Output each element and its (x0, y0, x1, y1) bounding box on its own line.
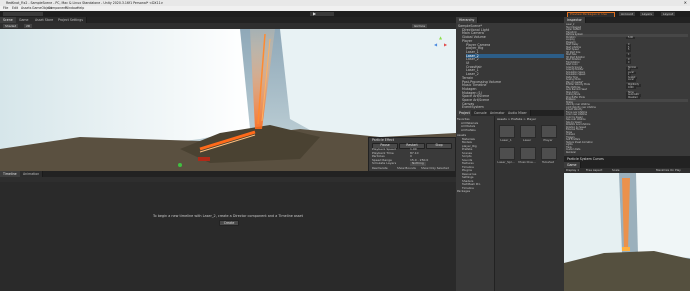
inspector-panel: Laser_2 Tag Untagged Layer Default Transfor… (564, 23, 690, 156)
project-breadcrumb: Assets > Prefabs > Player (497, 117, 537, 121)
show-only-selected-checkbox[interactable]: Show Only Selected (421, 166, 449, 170)
hierarchy-panel: SampleScene* Directional Light Main Camera… (456, 23, 564, 110)
layers-dropdown[interactable]: Layers (640, 12, 654, 16)
asset-tile[interactable] (520, 125, 536, 138)
simulate-layers-row: Simulate Layers Nothing (372, 161, 452, 166)
layout-dropdown[interactable]: Layout (661, 12, 676, 16)
scene-viewport[interactable]: ▲ ▶ ◀ Particle Effect Pause Restart Stop… (0, 29, 456, 171)
create-button[interactable]: Create (219, 220, 239, 226)
shading-dropdown[interactable]: Shaded (3, 24, 19, 28)
game-viewport[interactable] (564, 173, 690, 291)
simulate-layers-label: Simulate Layers (372, 161, 397, 165)
account-dropdown[interactable]: Account (619, 12, 636, 16)
preview-packages-label: Preview Packages in Use (570, 12, 607, 16)
scene-orientation-gizmo[interactable]: ▲ ▶ ◀ (433, 35, 449, 51)
gizmo-x-icon: ▶ (444, 42, 448, 47)
inspector-row-label: Renderer (566, 150, 576, 154)
show-bounds-checkbox[interactable]: Show Bounds (397, 166, 416, 170)
project-panel: Favorites All Materials All Models All Pref… (456, 116, 564, 291)
timeline-empty-message: To begin a new timeline with Laser_2, cr… (153, 214, 303, 218)
game-render (564, 173, 690, 291)
asset-tile[interactable] (499, 147, 515, 160)
asset-tile-label: Laser (522, 138, 532, 142)
favorites-item[interactable]: All Prefabs (461, 128, 476, 132)
asset-tile-label: Player (543, 138, 553, 142)
inspector-row[interactable]: Renderer (566, 150, 688, 155)
asset-tile[interactable] (499, 125, 515, 138)
asset-tile[interactable] (520, 147, 536, 160)
asset-tile-label: Laser_Spl... (497, 160, 515, 164)
transform-tools[interactable] (3, 12, 43, 16)
gizmos-dropdown[interactable]: Gizmos (412, 24, 428, 28)
gizmo-y-icon: ▲ (439, 35, 443, 40)
2d-toggle[interactable]: 2D (24, 24, 33, 28)
hierarchy-item[interactable]: EventSystem (462, 105, 564, 109)
asset-tile-label: TubeSet (542, 160, 554, 164)
simulate-layers-dropdown[interactable]: Nothing (410, 161, 426, 166)
asset-folder[interactable]: Packages (457, 189, 470, 193)
particle-effect-panel: Particle Effect Pause Restart Stop Playb… (368, 137, 456, 171)
gizmo-z-icon: ◀ (434, 42, 438, 47)
timeline-panel: To begin a new timeline with Laser_2, cr… (0, 182, 456, 291)
project-tree: Favorites All Materials All Models All Pref… (456, 116, 495, 291)
asset-tile-label: MusicOve... (518, 160, 536, 164)
asset-tile[interactable] (541, 125, 557, 138)
asset-tile[interactable] (541, 147, 557, 160)
asset-tile-label: Laser_1 (500, 138, 512, 142)
resimulate-checkbox[interactable]: Resimulate (372, 166, 388, 170)
particle-effect-title: Particle Effect (372, 138, 394, 142)
